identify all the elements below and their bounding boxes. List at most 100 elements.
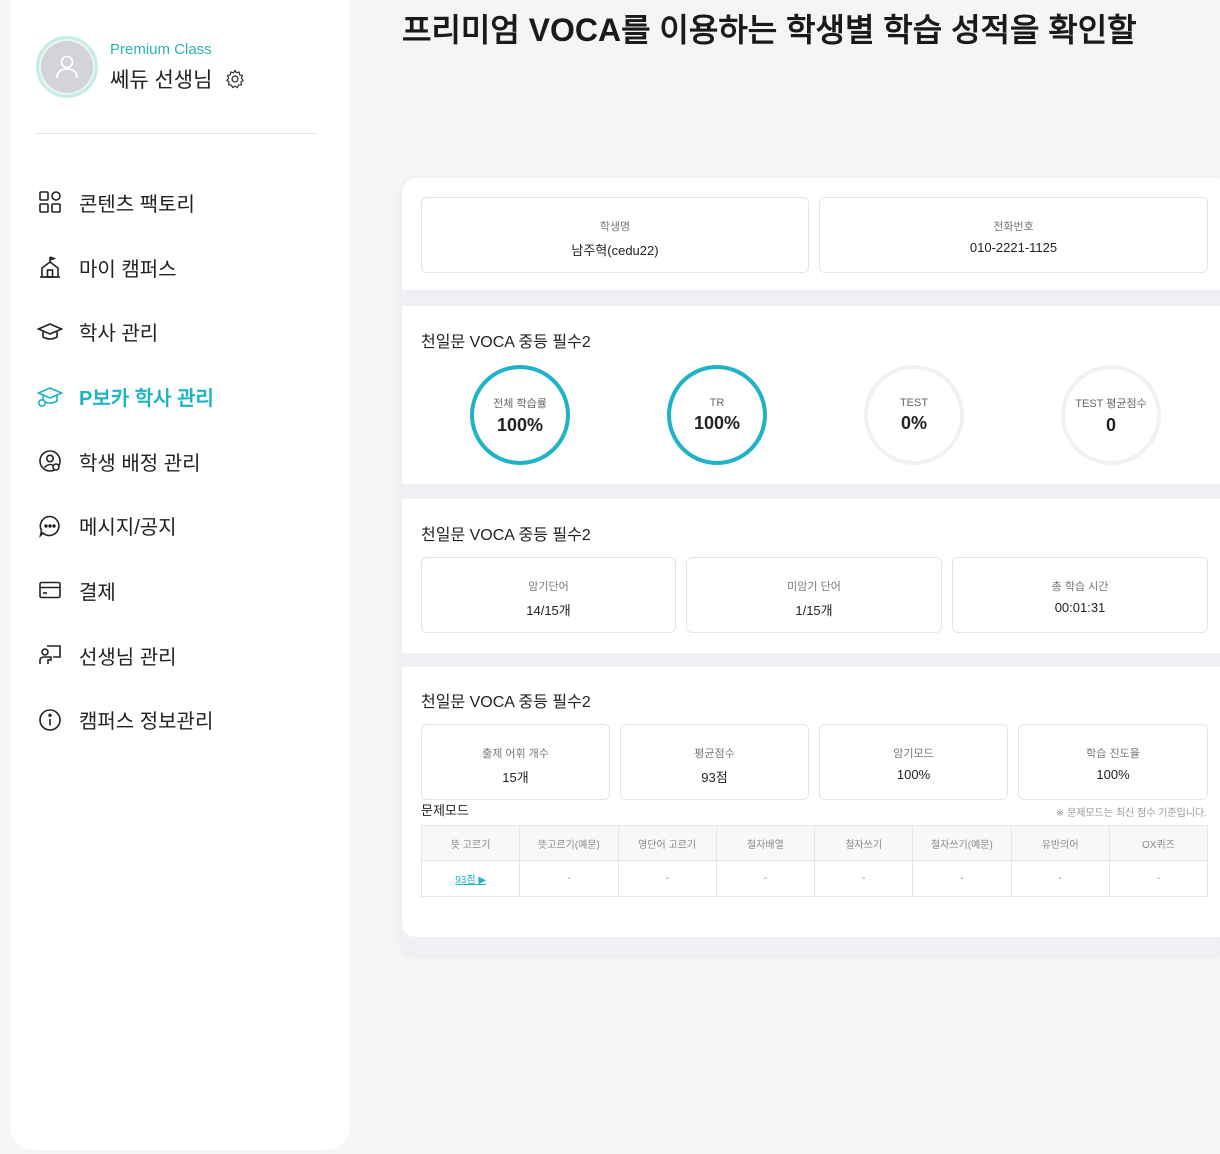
school-icon <box>36 253 64 281</box>
student-name-value: 남주혁(cedu22) <box>571 243 659 258</box>
progress-rate-label: 학습 진도율 <box>1086 748 1140 760</box>
table-header-row: 뜻 고르기 뜻고르기(예문) 영단어 고르기 철자배열 철자쓰기 철자쓰기(예문… <box>420 825 1209 861</box>
chat-bubble-icon <box>36 512 64 540</box>
word-stats-section: 천일문 VOCA 중등 필수2 암기단어 14/15개 미암기 단어 1/15개… <box>402 499 1220 653</box>
table-header-cell: 영단어 고르기 <box>617 825 717 861</box>
table-header-cell: 뜻고르기(예문) <box>519 825 619 861</box>
ring-value: 0% <box>900 412 927 433</box>
sidebar-item-label: 학사 관리 <box>79 323 159 346</box>
ring-label: TEST <box>899 396 929 409</box>
sidebar-item-messages[interactable]: 메시지/공지 <box>36 493 214 558</box>
sidebar-divider <box>36 133 318 134</box>
memorize-mode-card: 암기모드 100% <box>819 724 1008 800</box>
progress-rate-value: 100% <box>1096 767 1130 782</box>
table-header-cell: 철자쓰기(예문) <box>912 825 1012 861</box>
sidebar-item-student-assign[interactable]: 학생 배정 관리 <box>36 429 214 494</box>
average-score-card: 평균점수 93점 <box>620 724 809 800</box>
table-header-cell: OX퀴즈 <box>1108 825 1209 861</box>
average-score-value: 93점 <box>701 770 728 785</box>
memorized-words-label: 암기단어 <box>528 581 569 593</box>
ring-value: 100% <box>496 414 544 435</box>
sidebar-item-label: P보카 학사 관리 <box>79 387 214 410</box>
sidebar-item-campus-info[interactable]: 캠퍼스 정보관리 <box>36 688 214 753</box>
study-time-label: 총 학습 시간 <box>1051 581 1109 593</box>
sidebar-item-label: 메시지/공지 <box>79 517 177 540</box>
progress-section: 천일문 VOCA 중등 필수2 전체 학습률 100% TR 100% TEST 0% TE… <box>402 306 1220 484</box>
question-count-card: 출제 어휘 개수 15개 <box>421 724 610 800</box>
sidebar-item-label: 캠퍼스 정보관리 <box>79 711 214 734</box>
table-row: 93점 ▶ - - - - - - - <box>420 860 1209 897</box>
section-title: 천일문 VOCA 중등 필수2 <box>421 334 591 351</box>
sidebar-item-pvoca[interactable]: P보카 학사 관리 <box>36 364 214 429</box>
sidebar-item-label: 학생 배정 관리 <box>79 452 201 475</box>
test-stats-section: 천일문 VOCA 중등 필수2 출제 어휘 개수 15개 평균점수 93점 암기… <box>402 667 1220 937</box>
meaning-score-link[interactable]: 93점 ▶ <box>455 875 486 886</box>
memorize-mode-label: 암기모드 <box>893 748 934 760</box>
teacher-board-icon <box>36 641 64 669</box>
table-cell: - <box>1010 860 1110 897</box>
grid-icon <box>36 188 64 216</box>
table-cell: - <box>519 860 619 897</box>
average-score-label: 평균점수 <box>694 748 735 760</box>
table-cell: - <box>715 860 816 897</box>
user-assign-icon <box>36 447 64 475</box>
study-time-value: 00:01:31 <box>1054 600 1106 615</box>
section-title: 천일문 VOCA 중등 필수2 <box>421 527 591 544</box>
class-label: Premium Class <box>110 40 212 58</box>
test-average-ring: TEST 평균점수 0 <box>1058 362 1164 468</box>
user-icon <box>56 55 78 79</box>
sidebar-item-label: 결제 <box>79 581 116 604</box>
sidebar-item-teachers[interactable]: 선생님 관리 <box>36 623 214 688</box>
sidebar-menu: 콘텐츠 팩토리 마이 캠퍼스 학사 관리 P보카 학사 관리 학생 배정 관리 … <box>36 170 214 752</box>
study-time-card: 총 학습 시간 00:01:31 <box>952 557 1208 633</box>
student-phone-label: 전화번호 <box>993 221 1034 233</box>
table-cell: - <box>813 860 914 897</box>
question-mode-title: 문제모드 <box>421 803 469 818</box>
sidebar-item-academic[interactable]: 학사 관리 <box>36 299 214 364</box>
sidebar-item-label: 마이 캠퍼스 <box>79 258 177 281</box>
profile: Premium Class 쎄듀 선생님 <box>36 36 246 98</box>
progress-rate-card: 학습 진도율 100% <box>1018 724 1208 800</box>
memorized-words-value: 14/15개 <box>526 603 571 618</box>
table-cell: - <box>617 860 717 897</box>
ring-value: 100% <box>693 412 741 433</box>
unmemorized-words-card: 미암기 단어 1/15개 <box>686 557 942 633</box>
avatar[interactable] <box>36 36 98 98</box>
ring-label: TEST 평균점수 <box>1075 397 1147 410</box>
sidebar-item-my-campus[interactable]: 마이 캠퍼스 <box>36 235 214 300</box>
student-report-panel: 학생명 남주혁(cedu22) 전화번호 010-2221-1125 천일문 V… <box>402 178 1220 954</box>
teacher-name: 쎄듀 선생님 <box>110 68 213 92</box>
memorize-mode-value: 100% <box>896 767 931 782</box>
sidebar-item-content-factory[interactable]: 콘텐츠 팩토리 <box>36 170 214 235</box>
total-progress-ring: 전체 학습률 100% <box>467 362 573 468</box>
test-progress-ring: TEST 0% <box>861 362 967 468</box>
sidebar-item-payment[interactable]: 결제 <box>36 558 214 623</box>
table-cell: - <box>912 860 1012 897</box>
unmemorized-words-value: 1/15개 <box>795 603 833 618</box>
question-count-value: 15개 <box>502 770 529 785</box>
sidebar-item-label: 콘텐츠 팩토리 <box>79 193 195 216</box>
memorized-words-card: 암기단어 14/15개 <box>421 557 676 633</box>
student-phone-value: 010-2221-1125 <box>969 240 1058 255</box>
ring-label: TR <box>709 396 725 409</box>
tr-progress-ring: TR 100% <box>664 362 770 468</box>
graduation-cap-icon <box>36 318 64 346</box>
info-icon <box>36 706 64 734</box>
section-title: 천일문 VOCA 중등 필수2 <box>421 694 591 711</box>
gear-icon[interactable] <box>224 68 246 90</box>
ring-value: 0 <box>1105 414 1116 435</box>
ring-label: 전체 학습률 <box>493 397 547 410</box>
question-mode-table: 뜻 고르기 뜻고르기(예문) 영단어 고르기 철자배열 철자쓰기 철자쓰기(예문… <box>420 825 1209 897</box>
unmemorized-words-label: 미암기 단어 <box>787 581 841 593</box>
table-cell: - <box>1108 860 1209 897</box>
table-header-cell: 뜻 고르기 <box>420 825 521 861</box>
student-phone-card: 전화번호 010-2221-1125 <box>819 197 1208 273</box>
credit-card-icon <box>36 576 64 604</box>
sidebar: Premium Class 쎄듀 선생님 콘텐츠 팩토리 마이 캠퍼스 학사 관… <box>10 0 350 1150</box>
sidebar-item-label: 선생님 관리 <box>79 646 177 669</box>
student-name-card: 학생명 남주혁(cedu22) <box>421 197 809 273</box>
student-name-label: 학생명 <box>599 221 631 233</box>
table-header-cell: 철자쓰기 <box>813 825 914 861</box>
question-mode-note: ※ 문제모드는 최신 점수 기준입니다. <box>1055 808 1207 819</box>
student-info-section: 학생명 남주혁(cedu22) 전화번호 010-2221-1125 <box>402 178 1220 290</box>
